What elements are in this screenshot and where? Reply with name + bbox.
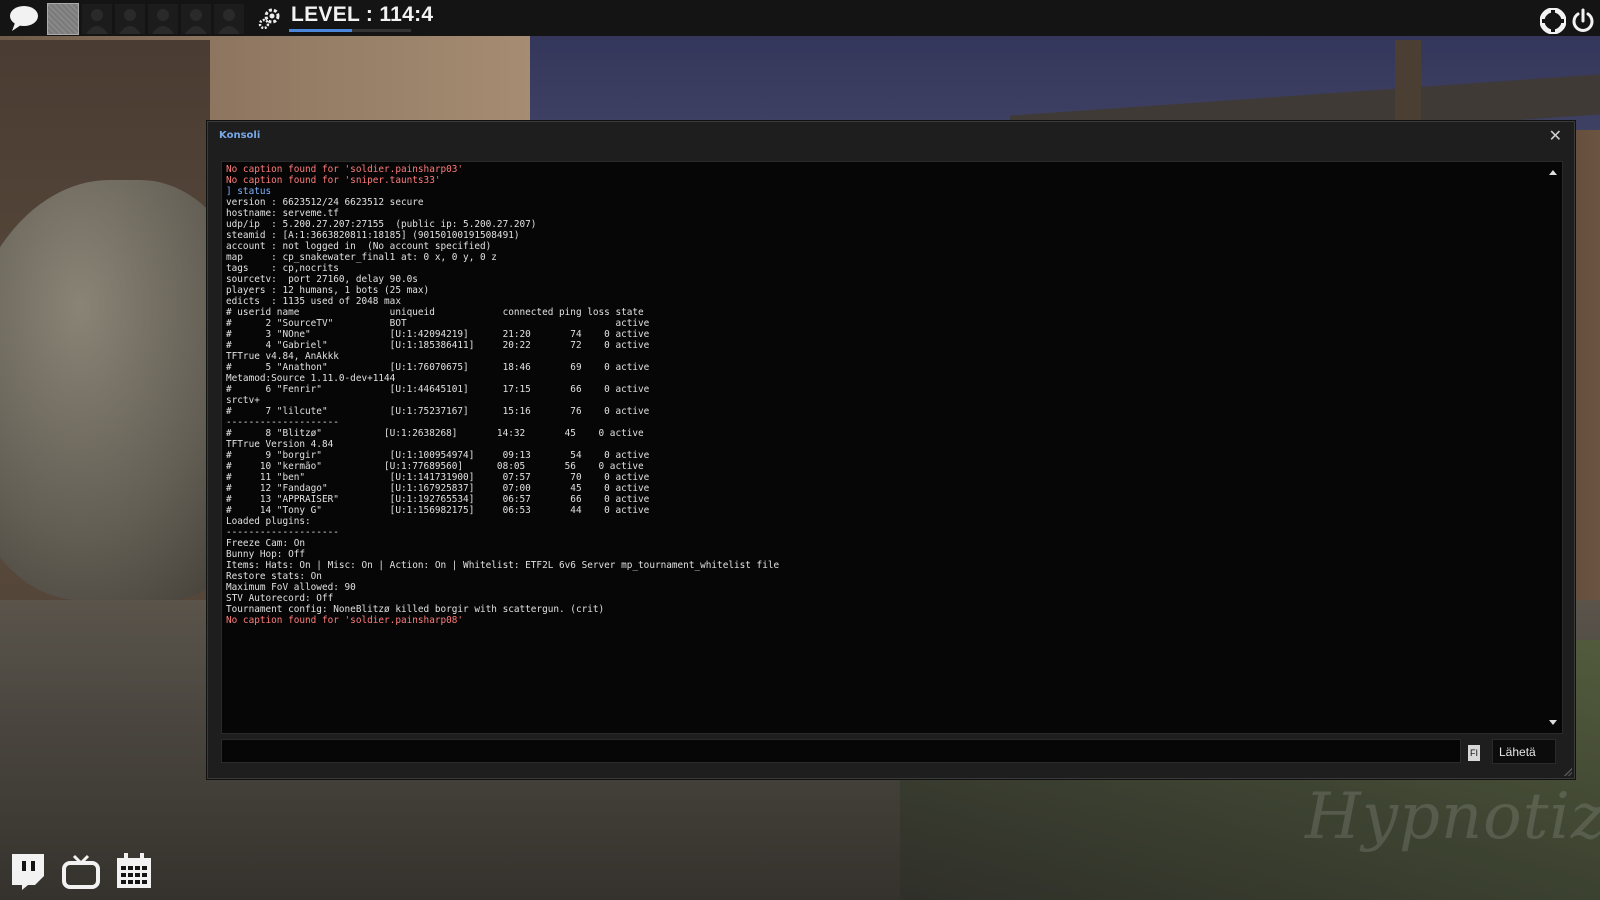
power-icon[interactable] <box>1570 8 1596 34</box>
watermark-text: Hypnotize <box>1305 780 1600 854</box>
close-button[interactable]: ✕ <box>1549 126 1562 145</box>
console-line: # 11 "ben" [U:1:141731900] 07:57 70 0 ac… <box>226 472 650 483</box>
console-line: TFTrue v4.84, AnAkkk <box>226 351 339 362</box>
console-output[interactable]: No caption found for 'soldier.painsharp0… <box>221 161 1563 734</box>
console-line: ] status <box>226 186 272 197</box>
scroll-down-arrow-icon[interactable] <box>1549 720 1557 725</box>
party-slot-empty[interactable] <box>181 4 211 34</box>
console-line: srctv+ <box>226 395 260 406</box>
console-line: # 8 "Blitzø" [U:1:2638268] 14:32 45 0 ac… <box>226 428 644 439</box>
console-lines: No caption found for 'soldier.painsharp0… <box>226 164 1542 626</box>
party-slot-empty[interactable] <box>82 4 112 34</box>
console-line: tags : cp,nocrits <box>226 263 339 274</box>
level-label: LEVEL : 114:4 <box>291 3 434 26</box>
send-button[interactable]: Lähetä <box>1492 739 1556 764</box>
console-line: Loaded plugins: <box>226 516 311 527</box>
calendar-icon[interactable] <box>115 852 153 890</box>
console-line: TFTrue Version 4.84 <box>226 439 334 450</box>
console-line: # 4 "Gabriel" [U:1:185386411] 20:22 72 0… <box>226 340 650 351</box>
tv-icon[interactable] <box>62 852 100 890</box>
console-line: Maximum FoV allowed: 90 <box>226 582 356 593</box>
console-line: No caption found for 'soldier.painsharp0… <box>226 615 464 626</box>
console-line: No caption found for 'sniper.taunts33' <box>226 175 441 186</box>
chat-bubble-icon[interactable] <box>8 4 40 32</box>
console-line: Metamod:Source 1.11.0-dev+1144 <box>226 373 396 384</box>
lifebuoy-icon[interactable] <box>1540 8 1566 34</box>
console-title: Konsoli <box>219 130 261 141</box>
language-indicator: FI <box>1468 745 1480 761</box>
console-line: # 7 "lilcute" [U:1:75237167] 15:16 76 0 … <box>226 406 650 417</box>
console-line: # 13 "APPRAISER" [U:1:192765534] 06:57 6… <box>226 494 650 505</box>
command-input[interactable] <box>221 739 1461 763</box>
console-line: version : 6623512/24 6623512 secure <box>226 197 424 208</box>
console-line: Items: Hats: On | Misc: On | Action: On … <box>226 560 780 571</box>
level-progress-fill <box>289 29 353 32</box>
console-input-row: FI Lähetä <box>221 739 1561 765</box>
console-line: Bunny Hop: Off <box>226 549 306 560</box>
party-slot-empty[interactable] <box>115 4 145 34</box>
console-line: Restore stats: On <box>226 571 322 582</box>
console-line: # 14 "Tony G" [U:1:156982175] 06:53 44 0… <box>226 505 650 516</box>
scroll-up-arrow-icon[interactable] <box>1549 170 1557 175</box>
console-line: # 3 "NOne" [U:1:42094219] 21:20 74 0 act… <box>226 329 650 340</box>
console-line: -------------------- <box>226 417 339 428</box>
console-line: hostname: serveme.tf <box>226 208 339 219</box>
console-window[interactable]: Konsoli ✕ No caption found for 'soldier.… <box>207 121 1575 779</box>
console-line: # 12 "Fandago" [U:1:167925837] 07:00 45 … <box>226 483 650 494</box>
console-line: steamid : [A:1:3663820811:18185] (901501… <box>226 230 520 241</box>
party-slot-empty[interactable] <box>148 4 178 34</box>
console-line: # userid name uniqueid connected ping lo… <box>226 307 644 318</box>
console-line: STV Autorecord: Off <box>226 593 334 604</box>
console-line: account : not logged in (No account spec… <box>226 241 492 252</box>
console-line: udp/ip : 5.200.27.207:27155 (public ip: … <box>226 219 537 230</box>
console-line: # 5 "Anathon" [U:1:76070675] 18:46 69 0 … <box>226 362 650 373</box>
gear-icon[interactable] <box>258 6 282 30</box>
player-avatar[interactable] <box>47 3 79 35</box>
party-slot-empty[interactable] <box>214 4 244 34</box>
console-line: Tournament config: NoneBlitzø killed bor… <box>226 604 605 615</box>
top-bar: LEVEL : 114:4 <box>0 0 1600 36</box>
console-line: players : 12 humans, 1 bots (25 max) <box>226 285 430 296</box>
console-line: # 6 "Fenrir" [U:1:44645101] 17:15 66 0 a… <box>226 384 650 395</box>
console-line: # 2 "SourceTV" BOT active <box>226 318 650 329</box>
twitch-icon[interactable] <box>9 852 47 890</box>
console-line: -------------------- <box>226 527 339 538</box>
console-line: No caption found for 'soldier.painsharp0… <box>226 164 464 175</box>
console-line: Freeze Cam: On <box>226 538 306 549</box>
resize-grip-icon[interactable] <box>1563 767 1572 776</box>
level-progress-bar <box>289 29 411 32</box>
console-line: sourcetv: port 27160, delay 90.0s <box>226 274 418 285</box>
console-line: # 10 "kermão" [U:1:77689560] 08:05 56 0 … <box>226 461 644 472</box>
console-line: map : cp_snakewater_final1 at: 0 x, 0 y,… <box>226 252 497 263</box>
console-line: edicts : 1135 used of 2048 max <box>226 296 401 307</box>
console-line: # 9 "borgir" [U:1:100954974] 09:13 54 0 … <box>226 450 650 461</box>
